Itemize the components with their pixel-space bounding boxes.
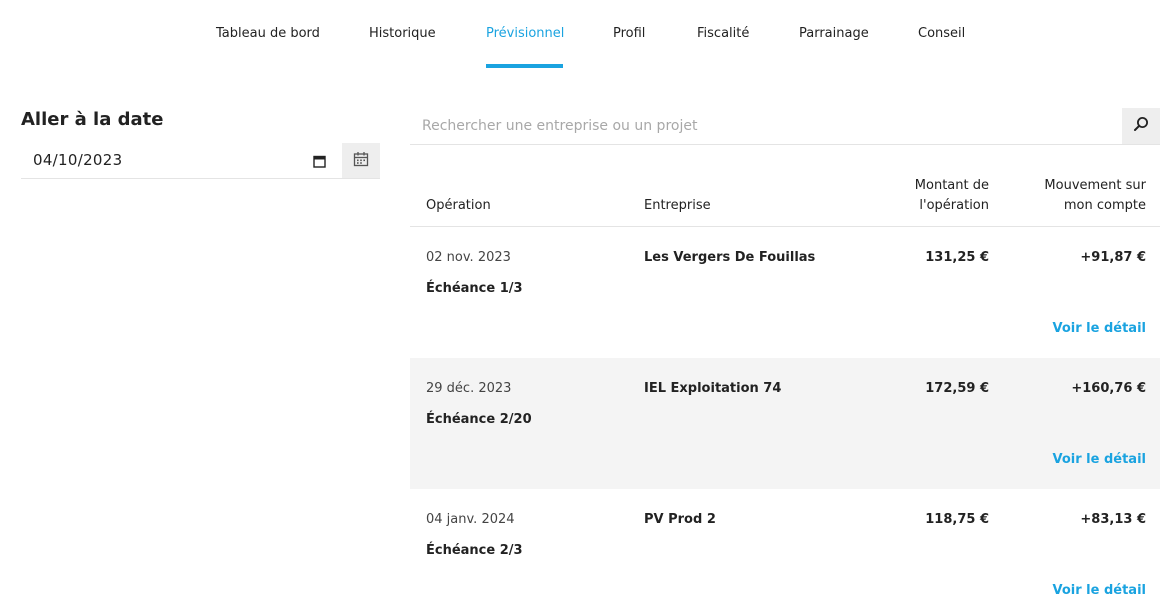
account-movement: +91,87 € xyxy=(1080,250,1146,265)
operation-step: Échéance 1/3 xyxy=(426,281,523,296)
calendar-icon xyxy=(353,151,369,171)
header-company: Entreprise xyxy=(644,198,711,213)
table-row: 02 nov. 2023 Échéance 1/3 Les Vergers De… xyxy=(410,227,1160,358)
date-value[interactable]: 04/10/2023 xyxy=(33,151,122,169)
operation-date: 02 nov. 2023 xyxy=(426,250,511,265)
search-button[interactable] xyxy=(1122,108,1160,144)
view-detail-link[interactable]: Voir le détail xyxy=(1053,582,1147,600)
nav-item-previsionnel[interactable]: Prévisionnel xyxy=(486,26,564,41)
header-amount-line1: Montant de xyxy=(914,178,989,193)
header-amount-line2: l'opération xyxy=(919,198,989,213)
company-name: PV Prod 2 xyxy=(644,512,716,527)
company-name: IEL Exploitation 74 xyxy=(644,381,782,396)
page: Tableau de bord Historique Prévisionnel … xyxy=(0,0,1169,614)
nav-item-conseil[interactable]: Conseil xyxy=(918,26,965,41)
active-tab-indicator xyxy=(486,64,563,68)
table-header: Opération Entreprise Montant de l'opérat… xyxy=(410,145,1160,227)
date-field[interactable]: 04/10/2023 xyxy=(21,143,380,179)
table-row: 29 déc. 2023 Échéance 2/20 IEL Exploitat… xyxy=(410,358,1160,489)
search-icon xyxy=(1133,116,1149,136)
nav-item-parrainage[interactable]: Parrainage xyxy=(799,26,869,41)
header-operation: Opération xyxy=(426,198,491,213)
search-bar xyxy=(410,108,1160,145)
nav-item-tableau-de-bord[interactable]: Tableau de bord xyxy=(216,26,320,41)
nav-item-profil[interactable]: Profil xyxy=(613,26,645,41)
operation-amount: 118,75 € xyxy=(925,512,989,527)
operation-date: 29 déc. 2023 xyxy=(426,381,512,396)
operation-date: 04 janv. 2024 xyxy=(426,512,515,527)
view-detail-link[interactable]: Voir le détail xyxy=(1053,451,1147,469)
account-movement: +160,76 € xyxy=(1071,381,1146,396)
calendar-picker-icon[interactable] xyxy=(313,153,326,168)
operation-step: Échéance 2/3 xyxy=(426,543,523,558)
calendar-button[interactable] xyxy=(342,143,380,178)
operation-amount: 131,25 € xyxy=(925,250,989,265)
table-row: 04 janv. 2024 Échéance 2/3 PV Prod 2 118… xyxy=(410,489,1160,614)
date-panel-title: Aller à la date xyxy=(21,109,164,130)
forecast-table: Opération Entreprise Montant de l'opérat… xyxy=(410,145,1160,614)
operation-step: Échéance 2/20 xyxy=(426,412,532,427)
header-amount: Montant de l'opération xyxy=(915,176,989,216)
company-name: Les Vergers De Fouillas xyxy=(644,250,816,265)
nav-item-historique[interactable]: Historique xyxy=(369,26,436,41)
nav-item-fiscalite[interactable]: Fiscalité xyxy=(697,26,749,41)
date-panel: Aller à la date 04/10/2023 xyxy=(21,108,380,179)
account-movement: +83,13 € xyxy=(1080,512,1146,527)
search-input[interactable] xyxy=(410,108,1110,144)
header-movement-line2: mon compte xyxy=(1063,198,1146,213)
view-detail-link[interactable]: Voir le détail xyxy=(1053,320,1147,338)
header-movement: Mouvement sur mon compte xyxy=(1044,176,1146,216)
operation-amount: 172,59 € xyxy=(925,381,989,396)
header-movement-line1: Mouvement sur xyxy=(1044,178,1146,193)
main-nav: Tableau de bord Historique Prévisionnel … xyxy=(0,0,1169,70)
